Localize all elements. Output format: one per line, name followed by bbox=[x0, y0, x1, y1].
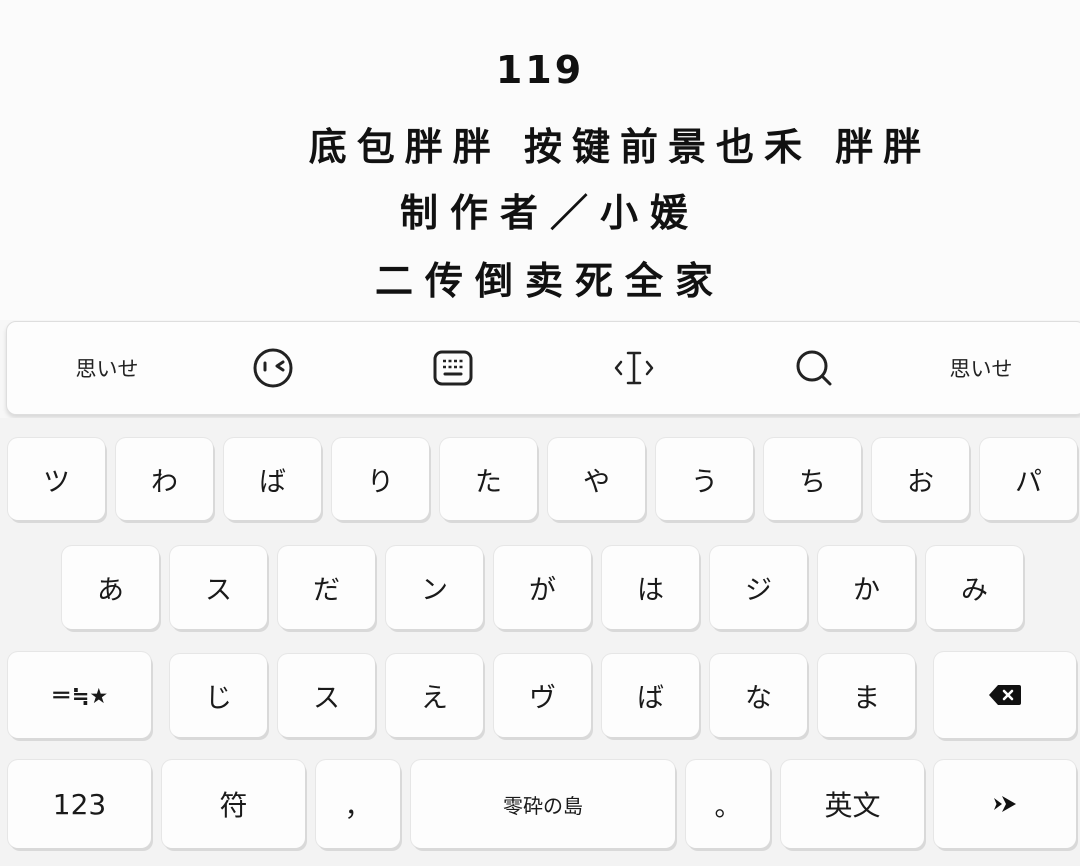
key-row1-9[interactable]: お bbox=[872, 438, 969, 520]
toolbar-right-text-button[interactable]: 思いせ bbox=[911, 322, 1051, 414]
comma-key[interactable]: ， bbox=[316, 760, 400, 848]
key-row1-6[interactable]: や bbox=[548, 438, 645, 520]
header-area: 119 底包胖胖 按键前景也禾 胖胖 制作者／小媛 二传倒卖死全家 bbox=[0, 0, 1080, 320]
emoji-face-icon bbox=[253, 348, 293, 388]
search-icon bbox=[796, 350, 832, 386]
key-row2-4[interactable]: ン bbox=[386, 546, 483, 629]
forward-arrow-icon bbox=[994, 796, 1016, 812]
cursor-move-button[interactable] bbox=[594, 322, 674, 414]
header-line-1: 119 bbox=[495, 48, 585, 92]
key-row1-7[interactable]: う bbox=[656, 438, 753, 520]
period-key[interactable]: 。 bbox=[686, 760, 770, 848]
toolbar-left-label: 思いせ bbox=[75, 357, 139, 381]
shift-star-key[interactable]: ＝≒★ bbox=[8, 652, 151, 738]
key-row3-4[interactable]: ヴ bbox=[494, 654, 591, 737]
key-row3-1[interactable]: じ bbox=[170, 654, 267, 737]
key-row2-3[interactable]: だ bbox=[278, 546, 375, 629]
cursor-move-icon bbox=[614, 351, 654, 385]
key-row2-9[interactable]: み bbox=[926, 546, 1023, 629]
header-line-4: 二传倒卖死全家 bbox=[374, 259, 725, 303]
key-row1-10[interactable]: パ bbox=[980, 438, 1077, 520]
keyboard: ツ わ ば り た や う ち お パ あ ス だ ン が は ジ か み ＝≒… bbox=[0, 418, 1080, 866]
key-row1-8[interactable]: ち bbox=[764, 438, 861, 520]
keyboard-layout-button[interactable] bbox=[413, 322, 493, 414]
key-row2-1[interactable]: あ bbox=[62, 546, 159, 629]
key-row3-5[interactable]: ば bbox=[602, 654, 699, 737]
key-row2-5[interactable]: が bbox=[494, 546, 591, 629]
emoji-button[interactable] bbox=[233, 322, 313, 414]
key-row3-7[interactable]: ま bbox=[818, 654, 915, 737]
toolbar-right-label: 思いせ bbox=[949, 357, 1013, 381]
symbols-key[interactable]: 符 bbox=[162, 760, 305, 848]
header-line-2: 底包胖胖 按键前景也禾 胖胖 bbox=[308, 125, 932, 169]
header-line-3: 制作者／小媛 bbox=[399, 191, 700, 235]
space-key-label: 零砕の島 bbox=[503, 793, 583, 818]
numbers-key[interactable]: 123 bbox=[8, 760, 151, 848]
backspace-icon bbox=[989, 685, 1021, 705]
key-row3-6[interactable]: な bbox=[710, 654, 807, 737]
search-button[interactable] bbox=[774, 322, 854, 414]
english-key[interactable]: 英文 bbox=[781, 760, 924, 848]
key-row3-2[interactable]: ス bbox=[278, 654, 375, 737]
key-row1-1[interactable]: ツ bbox=[8, 438, 105, 520]
enter-key[interactable] bbox=[934, 760, 1076, 848]
key-row1-5[interactable]: た bbox=[440, 438, 537, 520]
key-row2-7[interactable]: ジ bbox=[710, 546, 807, 629]
backspace-key[interactable] bbox=[934, 652, 1076, 738]
key-row3-3[interactable]: え bbox=[386, 654, 483, 737]
toolbar-left-text-button[interactable]: 思いせ bbox=[37, 322, 177, 414]
keyboard-icon bbox=[433, 350, 473, 386]
shift-star-label: ＝≒★ bbox=[50, 684, 109, 708]
key-row1-4[interactable]: り bbox=[332, 438, 429, 520]
key-row1-2[interactable]: わ bbox=[116, 438, 213, 520]
space-key[interactable]: 零砕の島 bbox=[411, 760, 675, 848]
key-row2-2[interactable]: ス bbox=[170, 546, 267, 629]
keyboard-toolbar: 思いせ 思いせ bbox=[6, 321, 1080, 415]
key-row1-3[interactable]: ば bbox=[224, 438, 321, 520]
key-row2-6[interactable]: は bbox=[602, 546, 699, 629]
key-row2-8[interactable]: か bbox=[818, 546, 915, 629]
